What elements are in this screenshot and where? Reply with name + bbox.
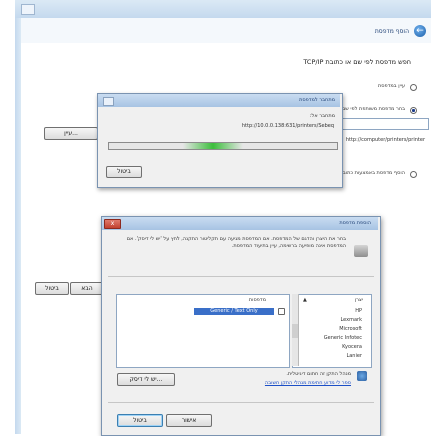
printers-list[interactable] — [116, 294, 290, 368]
manufacturer-item[interactable]: Lexmark — [318, 317, 362, 323]
browse-option-label: עיין במדפסת — [378, 83, 405, 89]
wizard-next-button[interactable]: הבא — [70, 282, 104, 295]
manufacturer-item[interactable]: Kyocera — [318, 344, 362, 350]
manufacturers-header-marker: ▲ — [303, 297, 307, 303]
progress-bar — [108, 142, 338, 150]
wizard-title: הוסף מדפסת — [374, 28, 409, 35]
shared-printer-radio[interactable] — [410, 107, 417, 114]
manufacturer-item[interactable]: Lanier — [318, 353, 362, 359]
wizard-cancel-button[interactable]: ביטול — [35, 282, 69, 295]
wizard-header — [21, 18, 431, 43]
shared-example: http://computer/printers/printer — [345, 137, 425, 143]
manufacturer-item[interactable]: Microsoft — [318, 326, 362, 332]
printer-icon — [354, 245, 368, 257]
browse-button[interactable]: עיין... — [44, 127, 98, 140]
scrollbar-thumb[interactable] — [292, 324, 298, 338]
dialog-separator — [108, 276, 374, 277]
signed-note: מנהל התקן זה חתום דיגיטלית. — [286, 371, 351, 377]
driver-signing-link[interactable]: ספר לי מדוע חתימת מנהלי התקן חשובה — [265, 380, 351, 386]
printers-header: מדפסות — [248, 297, 266, 303]
browse-radio[interactable] — [410, 84, 417, 91]
add-printer-titlebar — [102, 217, 378, 230]
dialog-bottom-separator — [108, 402, 374, 403]
manufacturer-item[interactable]: HP — [318, 308, 362, 314]
window-system-icon — [21, 4, 35, 15]
add-printer-cancel-button[interactable]: ביטול — [117, 414, 163, 427]
shared-printer-input[interactable] — [341, 118, 429, 130]
add-printer-instructions: בחר את היצרן והדגם של המדפסת. אם המדפסת … — [126, 236, 346, 249]
shared-option-label: בחר מדפסת משותפת לפי שם — [341, 106, 405, 112]
add-printer-title: הוספת מדפסת — [339, 220, 371, 226]
printer-model-item[interactable]: Generic / Text Only — [194, 308, 274, 315]
signed-driver-icon — [357, 371, 367, 381]
printer-model-icon — [278, 308, 285, 315]
progress-bar-glow — [183, 143, 243, 149]
wizard-left-border — [15, 18, 21, 434]
wizard-heading: חפש מדפסת לפי שם או כתובת TCP/IP — [303, 58, 411, 66]
manufacturer-item[interactable]: Generic Infotec — [300, 335, 362, 341]
back-arrow-icon[interactable]: ← — [414, 25, 426, 37]
connecting-dialog-title: מתחבר למדפסת — [299, 97, 335, 103]
printer-url: http://10.0.0.138:631/printers/Sebeq — [241, 123, 334, 129]
connecting-label: מתחבר אל: — [309, 113, 335, 119]
dialog-system-icon — [103, 97, 114, 106]
tcpip-radio[interactable] — [410, 171, 417, 178]
have-disk-button[interactable]: יש לי דיסק... — [117, 373, 175, 386]
manufacturers-header: יצרן — [354, 297, 363, 303]
wizard-frame — [15, 0, 431, 19]
close-icon[interactable]: x — [104, 219, 121, 229]
add-printer-ok-button[interactable]: אישור — [166, 414, 212, 427]
connecting-cancel-button[interactable]: ביטול — [106, 166, 142, 178]
